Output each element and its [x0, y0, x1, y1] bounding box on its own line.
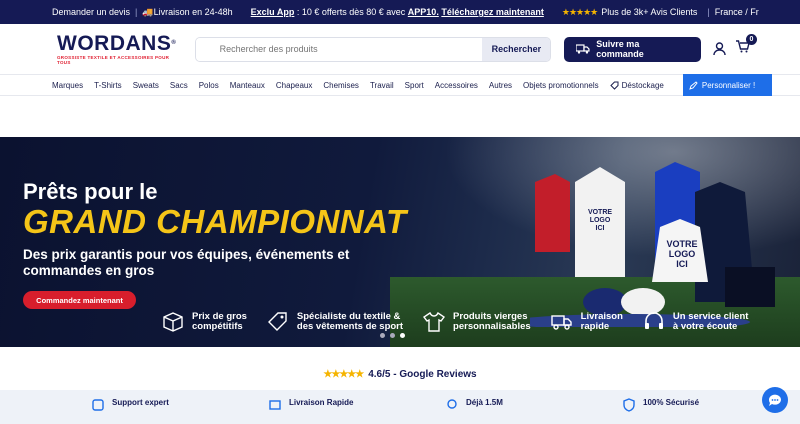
- search-input[interactable]: [195, 37, 483, 61]
- feature-specialist: Spécialiste du textile & des vêtements de…: [267, 312, 403, 332]
- personnaliser-label: Personnaliser !: [701, 80, 756, 90]
- feature-line: à votre écoute: [672, 321, 738, 332]
- track-order-button[interactable]: Suivre ma commande: [564, 36, 701, 62]
- trust-item-support: Support expert: [92, 390, 269, 424]
- svg-text:ICI: ICI: [596, 225, 605, 232]
- locale-selector[interactable]: France / Fr: [715, 7, 759, 17]
- merchandise-image: VOTRE LOGO ICI VOTRE LOGO ICI: [530, 162, 775, 327]
- svg-text:LOGO: LOGO: [669, 249, 696, 259]
- logo-tagline: GROSSISTE TEXTILE ET ACCESSOIRES POUR TO…: [57, 55, 170, 65]
- trust-strip: Support expert Livraison Rapide Déjà 1.5…: [0, 390, 800, 424]
- svg-text:VOTRE: VOTRE: [588, 209, 612, 216]
- pencil-icon: [689, 80, 698, 90]
- reviews-text[interactable]: Plus de 3k+ Avis Clients: [601, 7, 697, 17]
- feature-line: rapide: [580, 321, 610, 332]
- separator: |: [707, 7, 710, 17]
- nav-item-chapeaux[interactable]: Chapeaux: [276, 81, 312, 90]
- feature-wholesale: Prix de gros compétitifs: [162, 312, 247, 332]
- feature-delivery: Livraison rapide: [550, 312, 623, 332]
- nav-item-destockage[interactable]: Déstockage: [609, 80, 675, 90]
- feature-line: personnalisables: [453, 321, 531, 332]
- header-icons: 0: [713, 34, 757, 58]
- svg-text:LOGO: LOGO: [590, 217, 611, 224]
- delivery-truck-icon: [550, 315, 572, 330]
- cart-button[interactable]: 0: [736, 34, 757, 58]
- delivery-icon: [269, 400, 281, 410]
- nav-item-marques[interactable]: Marques: [52, 81, 83, 90]
- app-label[interactable]: Exclu App: [251, 7, 295, 17]
- logo-wordmark: WORDANS®: [57, 32, 177, 55]
- nav-item-sweats[interactable]: Sweats: [133, 81, 159, 90]
- carousel-dot[interactable]: [380, 333, 385, 338]
- cart-count-badge: 0: [746, 34, 757, 45]
- delivery-text: Livraison en 24-48h: [153, 7, 233, 17]
- nav-item-manteaux[interactable]: Manteaux: [230, 81, 265, 90]
- nav-item-tshirts[interactable]: T-Shirts: [94, 81, 122, 90]
- nav-item-accessoires[interactable]: Accessoires: [435, 81, 478, 90]
- app-code: APP10.: [407, 7, 439, 17]
- separator: |: [135, 7, 138, 17]
- nav-item-personnaliser[interactable]: Personnaliser !: [682, 74, 773, 96]
- svg-text:VOTRE: VOTRE: [666, 239, 697, 249]
- quote-link[interactable]: Demander un devis: [52, 7, 130, 17]
- support-icon: [92, 399, 104, 411]
- site-header: WORDANS® GROSSISTE TEXTILE ET ACCESSOIRE…: [0, 24, 800, 74]
- trust-label: Support expert: [112, 398, 169, 407]
- chat-button[interactable]: [762, 387, 788, 413]
- hero-banner[interactable]: VOTRE LOGO ICI VOTRE LOGO ICI Prêts pour…: [0, 137, 800, 347]
- truck-icon: [576, 44, 590, 54]
- hero-line-1: Prêts pour le: [23, 179, 158, 204]
- feature-line: compétitifs: [192, 321, 243, 332]
- nav-item-autres[interactable]: Autres: [489, 81, 512, 90]
- destockage-label: Déstockage: [621, 80, 664, 90]
- app-promo[interactable]: Exclu App : 10 € offerts dès 80 € avec A…: [251, 7, 544, 17]
- rating-stars-icon: ★★★★★: [323, 369, 364, 380]
- logo[interactable]: WORDANS® GROSSISTE TEXTILE ET ACCESSOIRE…: [57, 33, 177, 65]
- nav-item-objets-promotionnels[interactable]: Objets promotionnels: [523, 81, 599, 90]
- top-announcement-bar: Demander un devis | 🚚 Livraison en 24-48…: [0, 0, 800, 24]
- carousel-dots: [380, 333, 405, 338]
- nav-item-sacs[interactable]: Sacs: [170, 81, 188, 90]
- price-tag-icon: [267, 312, 287, 331]
- nav-item-travail[interactable]: Travail: [370, 81, 394, 90]
- tag-icon: [609, 81, 619, 90]
- carousel-dot[interactable]: [390, 333, 395, 338]
- user-icon[interactable]: [713, 42, 726, 56]
- track-order-label: Suivre ma commande: [596, 39, 644, 59]
- hero-line-2: GRAND CHAMPIONNAT: [23, 203, 407, 240]
- trust-item-delivery: Livraison Rapide: [269, 390, 446, 424]
- trust-label: Déjà 1.5M: [466, 398, 503, 407]
- trust-label: 100% Sécurisé: [643, 398, 700, 407]
- app-text: : 10 € offerts dès 80 € avec: [296, 7, 406, 17]
- nav-item-sport[interactable]: Sport: [405, 81, 424, 90]
- search-button[interactable]: Rechercher: [482, 37, 551, 61]
- rating-stars-icon: ★★★★★: [561, 6, 598, 17]
- chat-bubble-icon: [768, 394, 781, 406]
- order-now-button[interactable]: Commandez maintenant: [23, 291, 136, 309]
- trust-label: Livraison Rapide: [289, 398, 354, 407]
- hero-features: Prix de gros compétitifs Spécialiste du t…: [162, 312, 768, 332]
- customers-icon: [447, 399, 457, 409]
- search-bar: Rechercher: [194, 36, 552, 62]
- hero-subtitle: Des prix garantis pour vos équipes, évén…: [23, 247, 350, 278]
- nav-item-chemises[interactable]: Chemises: [323, 81, 359, 90]
- feature-line: des vêtements de sport: [296, 321, 404, 332]
- nav-item-polos[interactable]: Polos: [199, 81, 219, 90]
- reviews-score: 4.6/5 - Google Reviews: [368, 369, 477, 380]
- feature-blank-products: Produits vierges personnalisables: [423, 312, 531, 332]
- feature-support: Un service client à votre écoute: [643, 312, 748, 332]
- svg-text:ICI: ICI: [676, 259, 688, 269]
- category-nav: Marques T-Shirts Sweats Sacs Polos Mante…: [0, 74, 800, 96]
- trust-item-customers: Déjà 1.5M: [446, 390, 623, 424]
- download-link[interactable]: Téléchargez maintenant: [441, 7, 544, 17]
- shield-icon: [623, 398, 635, 412]
- headset-icon: [644, 312, 663, 329]
- truck-icon: 🚚: [142, 6, 154, 17]
- box-icon: [163, 312, 183, 332]
- tshirt-icon: [423, 312, 446, 332]
- carousel-dot-active[interactable]: [400, 333, 405, 338]
